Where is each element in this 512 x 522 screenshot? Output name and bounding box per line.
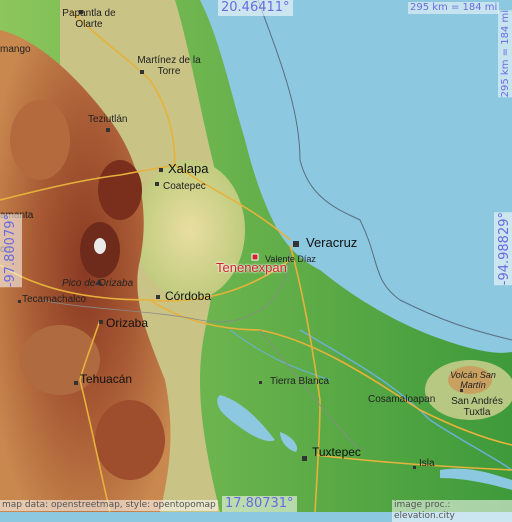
- latitude-bottom: 17.80731°: [222, 496, 297, 512]
- peak-label-pico-de-orizaba: Pico de Orizaba: [62, 278, 134, 289]
- city-label-tuxtepec: Tuxtepec: [312, 445, 361, 459]
- city-label-tierra-blanca: Tierra Blanca: [270, 376, 330, 387]
- city-label-coatepec: Coatepec: [163, 181, 206, 192]
- map-canvas: [0, 0, 512, 512]
- longitude-left: -97.80079°: [0, 214, 22, 288]
- city-label-orizaba: Orizaba: [106, 316, 149, 330]
- latitude-top: 20.46411°: [218, 0, 293, 16]
- city-label-tecamachalco: Tecamachalco: [22, 294, 86, 305]
- city-label-tehuacan: Tehuacán: [80, 372, 133, 386]
- scale-horizontal: 295 km = 184 mi: [408, 2, 500, 14]
- city-label-xalapa: Xalapa: [168, 161, 209, 176]
- city-label-martinez: Martínez de la Torre: [137, 55, 201, 77]
- attribution-map-data: map data: openstreetmap, style: opentopo…: [0, 500, 218, 511]
- attribution-image-proc: image proc.: elevation.city: [392, 500, 512, 522]
- pico-snow: [94, 238, 106, 254]
- scale-vertical: 295 km = 184 mi: [498, 10, 512, 98]
- peak-label-san-martin: Volcán San Martín: [450, 370, 496, 390]
- city-label-papantla: Papantla de Olarte: [62, 8, 116, 30]
- city-label-edge-west: mango: [0, 44, 31, 55]
- city-label-cordoba: Córdoba: [165, 289, 212, 303]
- city-label-cosamaloapan: Cosamaloapan: [368, 394, 436, 405]
- mountains-west: [10, 100, 70, 180]
- city-label-veracruz: Veracruz: [306, 235, 358, 250]
- highlight-place-label: Tenenexpan: [216, 260, 287, 275]
- cofre-de-perote: [98, 160, 142, 220]
- city-label-san-andres: San Andrés Tuxtla: [451, 396, 503, 418]
- elevation-map: Papantla de Olarte Martínez de la Torre …: [0, 0, 512, 522]
- longitude-right: -94.98829°: [494, 212, 512, 286]
- mountains-south: [95, 400, 165, 480]
- city-label-isla: Isla: [419, 458, 435, 469]
- city-label-teziutlan: Teziutlán: [88, 114, 128, 125]
